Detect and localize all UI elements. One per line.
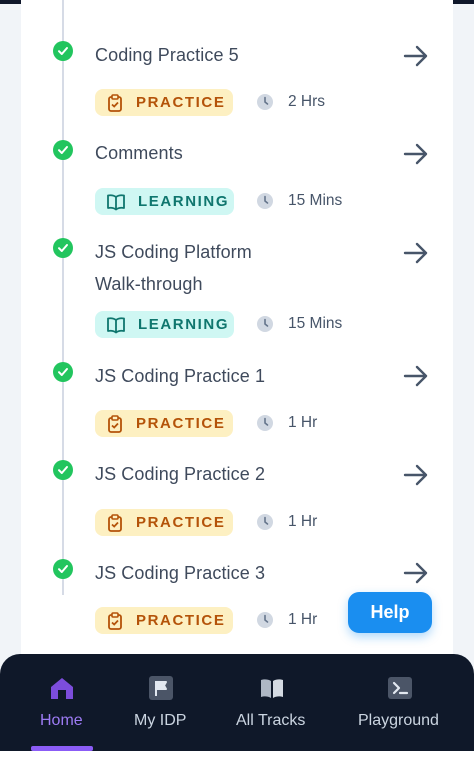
- arrow-right-icon[interactable]: [402, 44, 430, 68]
- clock-icon: [257, 514, 273, 530]
- badge-label: PRACTICE: [136, 514, 226, 531]
- duration-text: 1 Hr: [288, 414, 318, 431]
- duration-text: 15 Mins: [288, 192, 343, 209]
- duration-text: 2 Hrs: [288, 93, 326, 110]
- check-circle-icon: [53, 140, 73, 160]
- duration-text: 15 Mins: [288, 315, 343, 332]
- nav-item-playground[interactable]: Playground: [350, 654, 454, 754]
- duration-text: 1 Hr: [288, 611, 318, 628]
- learning-badge: LEARNING: [95, 188, 234, 215]
- timeline-line: [62, 0, 64, 595]
- check-circle-icon: [53, 460, 73, 480]
- clipboard-check-icon: [108, 414, 122, 433]
- help-button[interactable]: Help: [348, 592, 432, 633]
- arrow-right-icon[interactable]: [402, 241, 430, 265]
- clock-icon: [257, 193, 273, 209]
- bottom-edge: [0, 751, 474, 757]
- terminal-icon: [388, 677, 412, 699]
- arrow-right-icon[interactable]: [402, 463, 430, 487]
- item-title: Coding Practice 5: [95, 45, 239, 65]
- badge-label: PRACTICE: [136, 612, 226, 629]
- practice-badge: PRACTICE: [95, 410, 233, 437]
- practice-badge: PRACTICE: [95, 607, 233, 634]
- clipboard-check-icon: [108, 93, 122, 112]
- arrow-right-icon[interactable]: [402, 142, 430, 166]
- item-title-line-2: Walk-through: [95, 274, 203, 294]
- nav-item-my-idp[interactable]: My IDP: [120, 654, 204, 754]
- clock-icon: [257, 612, 273, 628]
- flag-icon: [149, 676, 173, 700]
- check-circle-icon: [53, 362, 73, 382]
- book-open-icon: [261, 679, 283, 698]
- duration-text: 1 Hr: [288, 513, 318, 530]
- check-circle-icon: [53, 559, 73, 579]
- learning-badge: LEARNING: [95, 311, 234, 338]
- nav-label-my-idp: My IDP: [134, 712, 187, 729]
- clipboard-check-icon: [108, 513, 122, 532]
- nav-item-home[interactable]: Home: [20, 654, 104, 754]
- arrow-right-icon[interactable]: [402, 364, 430, 388]
- badge-label: PRACTICE: [136, 94, 226, 111]
- check-circle-icon: [53, 238, 73, 258]
- arrow-right-icon[interactable]: [402, 561, 430, 585]
- clock-icon: [257, 316, 273, 332]
- home-icon: [51, 678, 73, 699]
- nav-item-all-tracks[interactable]: All Tracks: [224, 654, 324, 754]
- badge-label: LEARNING: [138, 193, 230, 210]
- item-title: JS Coding Practice 3: [95, 563, 266, 583]
- bottom-navigation: Home My IDP All Tracks Playground: [0, 654, 474, 754]
- practice-badge: PRACTICE: [95, 89, 233, 116]
- book-open-icon: [107, 316, 125, 333]
- item-title: JS Coding Practice 2: [95, 464, 266, 484]
- item-title-line-1: JS Coding Platform: [95, 242, 252, 262]
- nav-label-home: Home: [40, 712, 83, 729]
- check-circle-icon: [53, 41, 73, 61]
- clock-icon: [257, 415, 273, 431]
- item-title: JS Coding Practice 1: [95, 366, 266, 386]
- nav-label-playground: Playground: [358, 712, 439, 729]
- clipboard-check-icon: [108, 611, 122, 630]
- practice-badge: PRACTICE: [95, 509, 233, 536]
- badge-label: PRACTICE: [136, 415, 226, 432]
- badge-label: LEARNING: [138, 316, 230, 333]
- nav-label-all-tracks: All Tracks: [236, 712, 306, 729]
- clock-icon: [257, 94, 273, 110]
- book-open-icon: [107, 193, 125, 210]
- item-title: Comments: [95, 143, 183, 163]
